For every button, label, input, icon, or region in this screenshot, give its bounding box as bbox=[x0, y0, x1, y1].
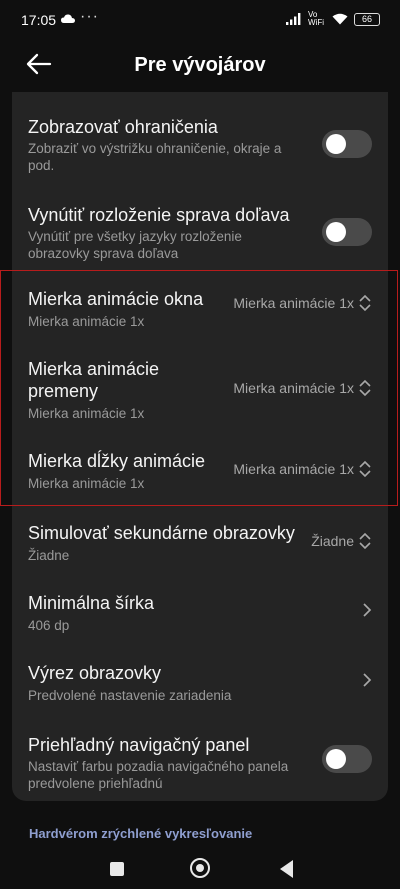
setting-display-cutout[interactable]: Výrez obrazovky Predvolené nastavenie za… bbox=[28, 660, 372, 708]
setting-subtitle: Mierka animácie 1x bbox=[28, 476, 145, 491]
section-header: Hardvérom zrýchlené vykresľovanie bbox=[29, 826, 253, 841]
notification-dots: ··· bbox=[80, 8, 99, 25]
signal-icon bbox=[286, 13, 301, 25]
setting-value: Mierka animácie 1x bbox=[233, 461, 354, 477]
status-bar: 17:05 ··· Vo WiFi 66 bbox=[0, 0, 400, 38]
setting-animator-duration-scale[interactable]: Mierka dĺžky animácie Mierka animácie 1x… bbox=[28, 448, 372, 496]
cloud-icon bbox=[61, 14, 75, 23]
setting-title: Mierka animácie bbox=[28, 359, 160, 379]
setting-subtitle: predvolene priehľadnú bbox=[28, 776, 163, 791]
up-down-icon bbox=[359, 294, 371, 312]
system-nav-bar bbox=[0, 850, 400, 889]
setting-subtitle: Mierka animácie 1x bbox=[28, 314, 145, 329]
back-button[interactable] bbox=[280, 860, 293, 878]
setting-value: Žiadne bbox=[311, 533, 354, 549]
recents-button[interactable] bbox=[110, 862, 124, 876]
up-down-icon bbox=[359, 379, 371, 397]
setting-title: Zobrazovať ohraničenia bbox=[28, 117, 218, 137]
status-time: 17:05 bbox=[21, 12, 57, 28]
setting-title: Vynútiť rozloženie sprava doľava bbox=[28, 205, 290, 225]
home-button[interactable] bbox=[190, 858, 210, 878]
setting-title: Priehľadný navigačný panel bbox=[28, 735, 250, 755]
chevron-right-icon bbox=[363, 673, 372, 687]
chevron-right-icon bbox=[363, 603, 372, 617]
force-rtl-toggle[interactable] bbox=[322, 218, 372, 246]
setting-subtitle: pod. bbox=[28, 158, 55, 173]
setting-title: Mierka dĺžky animácie bbox=[28, 451, 206, 471]
setting-subtitle: obrazovky sprava doľava bbox=[28, 246, 179, 261]
battery-icon: 66 bbox=[354, 12, 380, 26]
setting-value: Mierka animácie 1x bbox=[233, 380, 354, 396]
setting-subtitle: 406 dp bbox=[28, 618, 70, 633]
setting-transition-animation-scale[interactable]: Mierka animácie premeny Mierka animácie … bbox=[28, 356, 372, 426]
wifi-icon bbox=[332, 13, 348, 25]
setting-title: Simulovať sekundárne obrazovky bbox=[28, 523, 295, 543]
setting-show-layout-bounds[interactable]: Zobrazovať ohraničenia Zobraziť vo výstr… bbox=[28, 112, 372, 182]
setting-subtitle: Predvolené nastavenie zariadenia bbox=[28, 688, 232, 703]
setting-window-animation-scale[interactable]: Mierka animácie okna Mierka animácie 1x … bbox=[28, 286, 372, 334]
setting-force-rtl[interactable]: Vynútiť rozloženie sprava doľava Vynútiť… bbox=[28, 200, 372, 262]
setting-title: Minimálna šírka bbox=[28, 593, 155, 613]
layout-bounds-toggle[interactable] bbox=[322, 130, 372, 158]
setting-transparent-nav-bar[interactable]: Priehľadný navigačný panel Nastaviť farb… bbox=[28, 732, 372, 798]
setting-minimum-width[interactable]: Minimálna šírka 406 dp bbox=[28, 590, 372, 638]
vowifi-indicator: Vo WiFi bbox=[308, 10, 324, 27]
transparent-nav-toggle[interactable] bbox=[322, 745, 372, 773]
setting-title: premeny bbox=[28, 381, 99, 401]
setting-title: Výrez obrazovky bbox=[28, 663, 162, 683]
page-title: Pre vývojárov bbox=[134, 54, 266, 76]
setting-subtitle: Mierka animácie 1x bbox=[28, 406, 145, 421]
setting-subtitle: Žiadne bbox=[28, 548, 70, 563]
setting-simulate-secondary-displays[interactable]: Simulovať sekundárne obrazovky Žiadne Ži… bbox=[28, 520, 372, 568]
setting-subtitle: Vynútiť pre všetky jazyky rozloženie bbox=[28, 229, 242, 244]
setting-subtitle: Zobraziť vo výstrižku ohraničenie, okraj… bbox=[28, 141, 282, 156]
settings-card: Zobrazovať ohraničenia Zobraziť vo výstr… bbox=[12, 92, 388, 801]
setting-title: Mierka animácie okna bbox=[28, 289, 204, 309]
app-bar: Pre vývojárov bbox=[0, 38, 400, 90]
up-down-icon bbox=[359, 460, 371, 478]
setting-subtitle: Nastaviť farbu pozadia navigačného panel… bbox=[28, 759, 289, 774]
up-down-icon bbox=[359, 532, 371, 550]
setting-value: Mierka animácie 1x bbox=[233, 295, 354, 311]
